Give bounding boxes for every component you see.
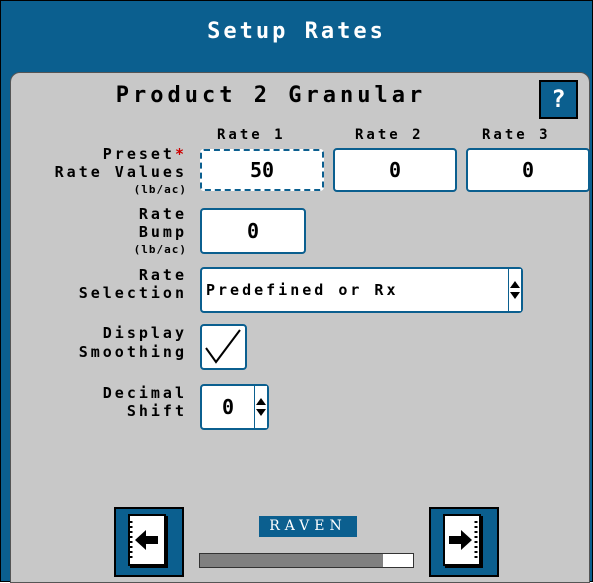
preset-label-line1: Preset [102, 145, 175, 163]
rate1-input[interactable]: 50 [200, 149, 324, 191]
rate-selection-label-line1: Rate [138, 266, 187, 284]
rate-selection-value: Predefined or Rx [206, 281, 399, 299]
rate-selection-label-line2: Selection [78, 284, 187, 302]
setup-panel: Product 2 Granular ? Rate 1 Rate 2 Rate … [10, 72, 590, 583]
page-title: Setup Rates [207, 19, 386, 44]
progress-bar [199, 553, 414, 568]
window: Setup Rates Product 2 Granular ? Rate 1 … [0, 0, 593, 583]
rate-bump-label-line1: Rate [138, 205, 187, 223]
stepper-spinner-icon[interactable] [254, 386, 267, 428]
arrow-up-icon [256, 398, 266, 405]
decimal-shift-label-line2: Shift [126, 402, 187, 420]
next-button[interactable] [429, 507, 499, 577]
decimal-shift-stepper[interactable]: 0 [200, 384, 269, 430]
checkmark-icon [205, 329, 241, 364]
product-name: Product 2 Granular [115, 83, 427, 108]
column-header-rate2: Rate 2 [355, 127, 424, 143]
display-smoothing-label-line2: Smoothing [78, 343, 187, 361]
help-button[interactable]: ? [539, 80, 578, 119]
required-marker: * [174, 145, 187, 163]
rate-selection-dropdown[interactable]: Predefined or Rx [200, 267, 523, 313]
raven-logo: RAVEN [259, 516, 357, 537]
preset-label: Preset* [11, 146, 187, 163]
progress-fill [200, 554, 384, 567]
decimal-shift-value: 0 [222, 395, 235, 419]
dropdown-spinner-icon[interactable] [508, 269, 521, 311]
column-header-rate1: Rate 1 [217, 127, 286, 143]
back-button[interactable] [114, 507, 184, 577]
arrow-down-icon [256, 409, 266, 416]
decimal-shift-label-line1: Decimal [102, 384, 187, 402]
next-page-icon [443, 514, 483, 568]
rate-bump-label-line2: Bump [138, 223, 187, 241]
rate3-input[interactable]: 0 [466, 148, 590, 192]
rate-bump-unit-label: (lb/ac) [133, 243, 187, 256]
rate2-input[interactable]: 0 [333, 148, 457, 192]
column-header-rate3: Rate 3 [482, 127, 551, 143]
arrow-up-icon [510, 281, 520, 288]
display-smoothing-checkbox[interactable] [200, 324, 247, 370]
back-page-icon [128, 514, 168, 568]
arrow-down-icon [510, 292, 520, 299]
preset-unit-label: (lb/ac) [133, 183, 187, 196]
rate-values-label: Rate Values [54, 163, 187, 181]
display-smoothing-label-line1: Display [102, 324, 187, 342]
rate-bump-input[interactable]: 0 [200, 208, 306, 254]
